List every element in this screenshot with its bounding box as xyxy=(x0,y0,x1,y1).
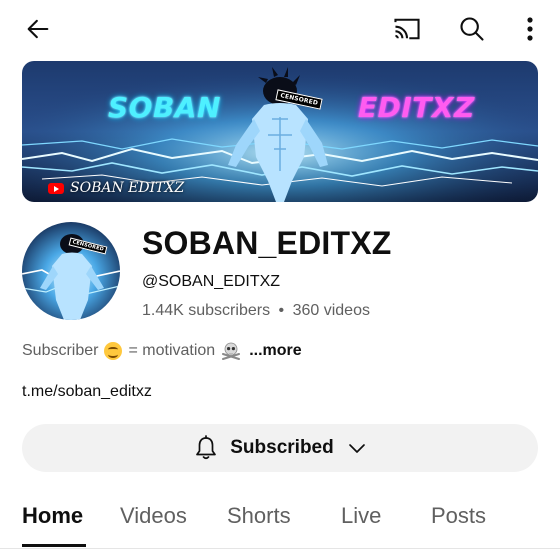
subscriber-count: 1.44K subscribers xyxy=(142,302,271,319)
channel-avatar[interactable]: CENSORED xyxy=(22,222,120,320)
channel-stats: 1.44K subscribers • 360 videos xyxy=(142,302,370,320)
skull-crossbones-emoji-icon xyxy=(222,342,241,360)
cast-icon xyxy=(394,18,420,40)
channel-external-link[interactable]: t.me/soban_editxz xyxy=(22,383,152,401)
channel-description[interactable]: Subscriber = motivation ...more xyxy=(22,342,302,360)
channel-banner[interactable]: CENSORED SOBAN EDITXZ SOBAN EDITXZ xyxy=(22,61,538,202)
tab-posts[interactable]: Posts xyxy=(431,503,486,529)
search-icon xyxy=(460,17,484,41)
stats-separator: • xyxy=(278,302,285,319)
chevron-down-icon xyxy=(348,444,365,453)
more-vertical-icon xyxy=(527,17,533,41)
search-button[interactable] xyxy=(456,13,488,45)
more-options-button[interactable] xyxy=(516,13,544,45)
arrow-left-icon xyxy=(27,19,49,39)
smiling-face-emoji-icon xyxy=(104,342,123,360)
banner-handle-text: SOBAN EDITXZ xyxy=(70,180,185,196)
description-text-start: Subscriber xyxy=(22,342,99,359)
active-tab-indicator xyxy=(22,544,86,547)
channel-handle: @SOBAN_EDITXZ xyxy=(142,273,281,290)
youtube-logo-icon xyxy=(48,183,64,194)
banner-title-right: EDITXZ xyxy=(358,91,475,124)
description-more-link[interactable]: ...more xyxy=(249,342,301,360)
bell-icon xyxy=(196,435,217,460)
top-app-bar xyxy=(0,0,560,56)
cast-button[interactable] xyxy=(390,13,424,45)
back-button[interactable] xyxy=(22,13,54,45)
tabs-divider xyxy=(0,548,560,549)
tab-live[interactable]: Live xyxy=(341,503,381,529)
tab-home[interactable]: Home xyxy=(22,503,83,529)
description-text-middle: = motivation xyxy=(128,342,216,359)
channel-tabs: Home Videos Shorts Live Posts xyxy=(0,495,560,560)
tab-videos[interactable]: Videos xyxy=(120,503,187,529)
banner-title-left: SOBAN xyxy=(108,91,221,124)
video-count: 360 videos xyxy=(292,302,370,319)
subscribed-button[interactable]: Subscribed xyxy=(22,424,538,472)
channel-name: SOBAN_EDITXZ xyxy=(142,225,392,261)
tab-shorts[interactable]: Shorts xyxy=(227,503,291,529)
subscribed-button-label: Subscribed xyxy=(230,437,334,458)
